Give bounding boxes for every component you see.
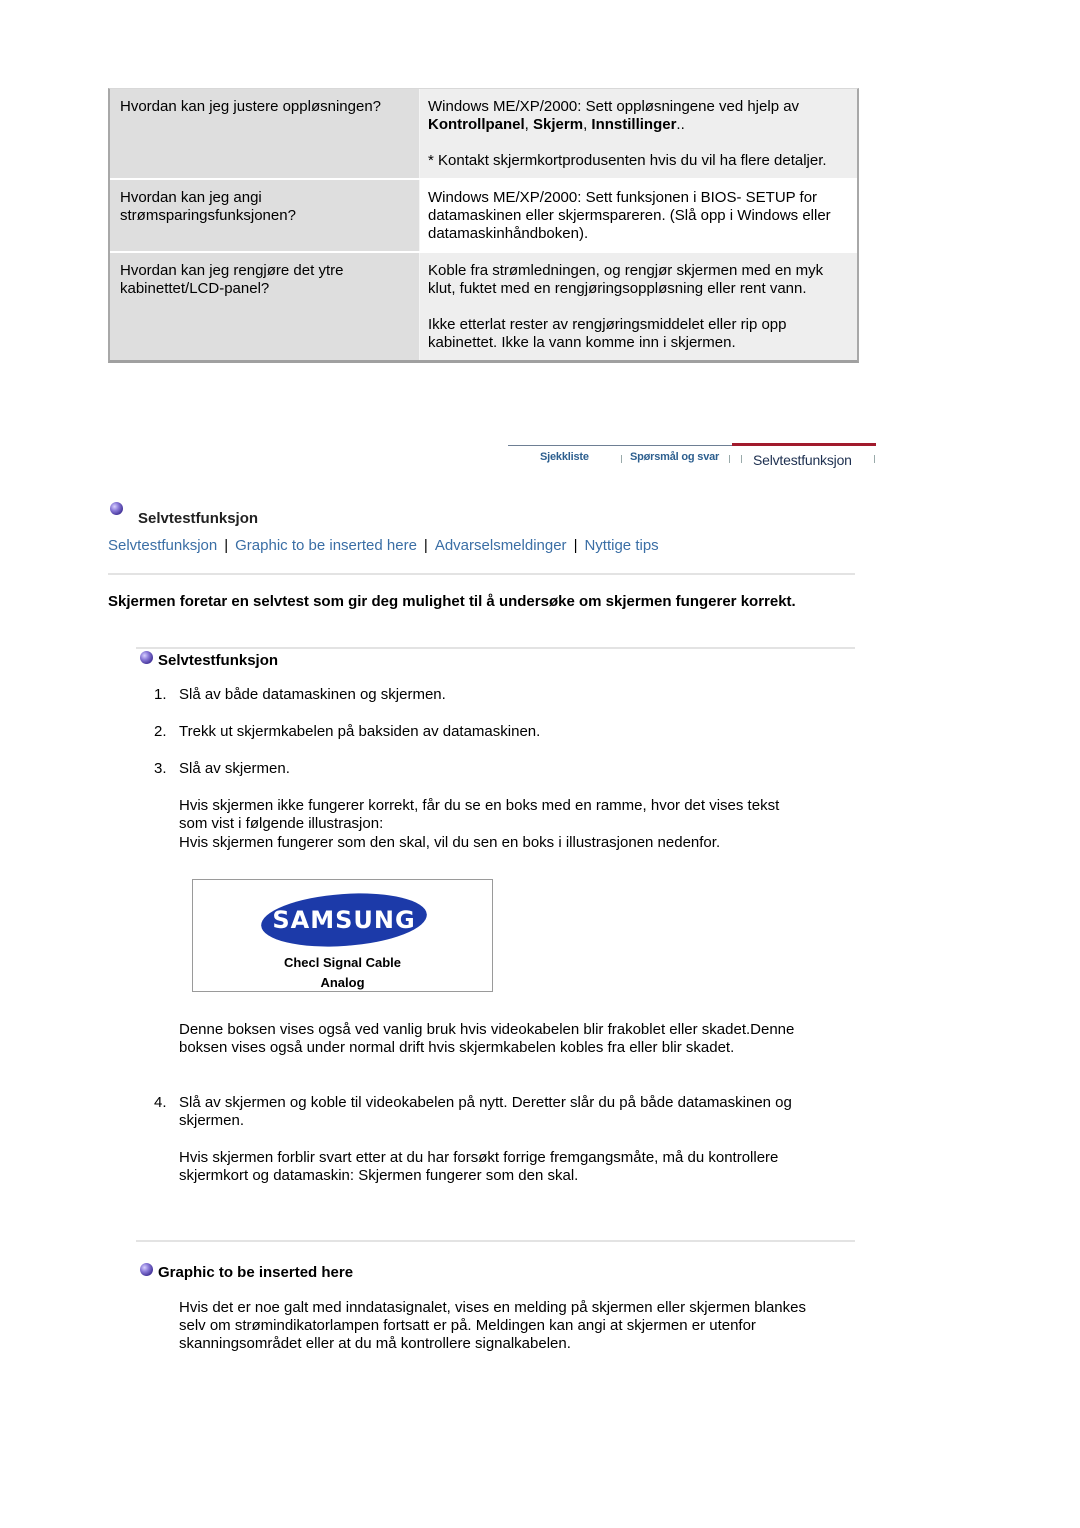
signal-check-illustration: SAMSUNG Checl Signal Cable Analog — [192, 879, 493, 992]
tab-separator — [741, 455, 742, 463]
link-graphic-to-be-inserted[interactable]: Graphic to be inserted here — [235, 537, 417, 554]
tab-separator — [729, 455, 730, 463]
answer-text: Koble fra strømledningen, og rengjør skj… — [428, 262, 824, 297]
graphic-description: Hvis det er noe galt med inndatasignalet… — [179, 1299, 806, 1352]
after-illustration-text: Denne boksen vises også ved vanlig bruk … — [179, 1021, 795, 1056]
link-advarselsmeldinger[interactable]: Advarselsmeldinger — [435, 537, 567, 554]
faq-row: Hvordan kan jeg angi strømsparingsfunksj… — [110, 180, 857, 253]
bullet-icon — [140, 1263, 153, 1276]
step-text: Slå av skjermen og koble til videokabele… — [179, 1094, 792, 1129]
faq-answer: Windows ME/XP/2000: Sett oppløsningene v… — [420, 89, 857, 178]
link-nyttige-tips[interactable]: Nyttige tips — [584, 537, 658, 554]
step3-description-2: Hvis skjermen fungerer som den skal, vil… — [179, 834, 721, 851]
answer-note: * Kontakt skjermkortprodusenten hvis du … — [428, 152, 827, 169]
illustration-mode: Analog — [320, 975, 365, 990]
divider — [108, 573, 855, 575]
link-separator: | — [423, 537, 428, 554]
selftest-heading-text: Selvtestfunksjon — [158, 652, 279, 669]
answer-suffix: .. — [676, 116, 685, 133]
tab-separator — [621, 455, 622, 463]
tab-sporsmal-og-svar[interactable]: Spørsmål og svar — [630, 451, 719, 463]
samsung-logo: SAMSUNG — [259, 888, 429, 952]
link-selvtestfunksjon[interactable]: Selvtestfunksjon — [108, 537, 217, 554]
active-tab-indicator — [732, 443, 876, 446]
step-number: 1. — [154, 686, 167, 703]
answer-sep: , — [524, 116, 534, 133]
tab-sjekkliste[interactable]: Sjekkliste — [540, 451, 589, 463]
tab-selvtestfunksjon[interactable]: Selvtestfunksjon — [753, 452, 852, 468]
link-separator: | — [224, 537, 229, 554]
section-title-text: Selvtestfunksjon — [138, 510, 259, 527]
faq-question: Hvordan kan jeg rengjøre det ytre kabine… — [110, 253, 420, 360]
tab-separator — [874, 455, 875, 463]
answer-bold-innstillinger: Innstillinger — [591, 116, 677, 133]
faq-row: Hvordan kan jeg justere oppløsningen? Wi… — [110, 89, 857, 180]
intro-text: Skjermen foretar en selvtest som gir deg… — [108, 593, 796, 610]
answer-text: Windows ME/XP/2000: Sett funksjonen i BI… — [428, 189, 831, 242]
divider — [136, 647, 855, 649]
step-text: Slå av både datamaskinen og skjermen. — [179, 686, 446, 703]
step-number: 3. — [154, 760, 167, 777]
bullet-icon — [140, 651, 153, 664]
tab-divider-line — [508, 445, 732, 446]
answer-bold-kontrollpanel: Kontrollpanel — [428, 116, 525, 133]
step3-description: Hvis skjermen ikke fungerer korrekt, får… — [179, 797, 780, 832]
step-number: 4. — [154, 1094, 167, 1111]
link-separator: | — [573, 537, 578, 554]
step-text: Trekk ut skjermkabelen på baksiden av da… — [179, 723, 541, 740]
faq-row: Hvordan kan jeg rengjøre det ytre kabine… — [110, 253, 857, 360]
faq-question: Hvordan kan jeg justere oppløsningen? — [110, 89, 420, 178]
section-links: Selvtestfunksjon | Graphic to be inserted … — [108, 537, 659, 554]
graphic-heading-text: Graphic to be inserted here — [158, 1264, 354, 1281]
illustration-message: Checl Signal Cable — [283, 955, 402, 970]
answer-note: Ikke etterlat rester av rengjøringsmidde… — [428, 316, 787, 351]
faq-answer: Koble fra strømledningen, og rengjør skj… — [420, 253, 857, 360]
samsung-logo-text: SAMSUNG — [272, 906, 416, 934]
answer-text: Windows ME/XP/2000: Sett oppløsningene v… — [428, 98, 800, 115]
tab-navigation: Sjekkliste Spørsmål og svar Selvtestfunk… — [508, 443, 876, 473]
step-number: 2. — [154, 723, 167, 740]
divider — [136, 1240, 855, 1242]
step4-description: Hvis skjermen forblir svart etter at du … — [179, 1149, 779, 1184]
faq-question: Hvordan kan jeg angi strømsparingsfunksj… — [110, 180, 420, 251]
bullet-icon — [110, 502, 123, 515]
faq-answer: Windows ME/XP/2000: Sett funksjonen i BI… — [420, 180, 857, 251]
answer-bold-skjerm: Skjerm — [533, 116, 584, 133]
step-text: Slå av skjermen. — [179, 760, 290, 777]
faq-table: Hvordan kan jeg justere oppløsningen? Wi… — [108, 88, 859, 363]
